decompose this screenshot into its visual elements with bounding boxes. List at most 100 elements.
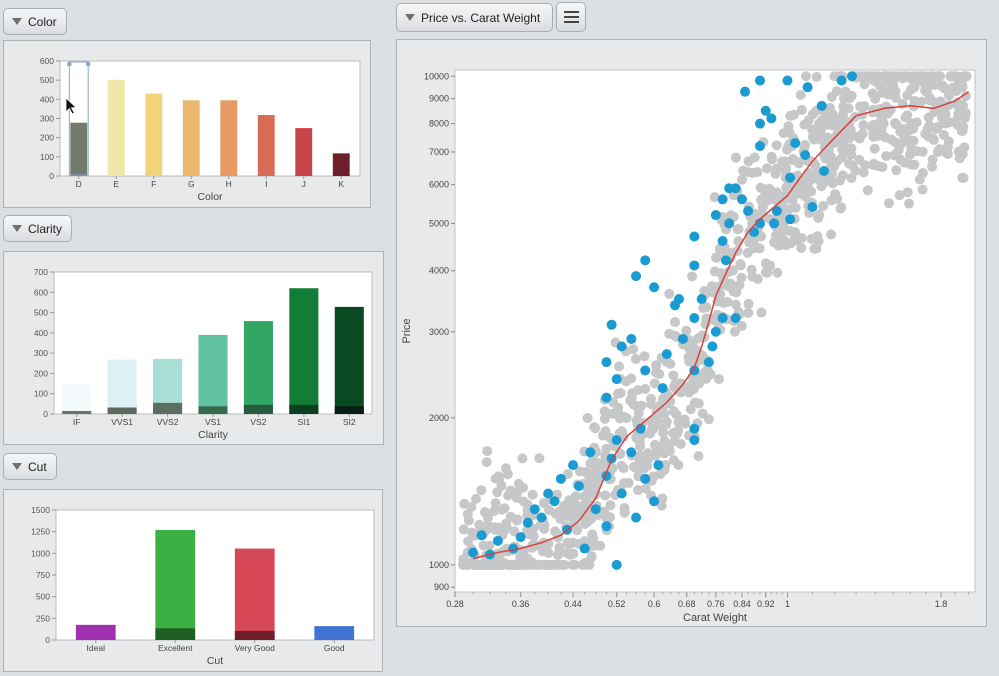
scatter-point-highlight [730,313,741,324]
scatter-point-gray [957,172,968,183]
scatter-point-highlight [543,488,554,499]
scatter-point-highlight [611,559,622,570]
scatter-point-gray [877,161,888,172]
scatter-point-highlight [785,214,796,225]
scatter-point-gray [543,548,554,559]
scatter-point-highlight [568,460,579,471]
scatter-point-gray [595,540,606,551]
y-tick-label: 750 [36,570,50,580]
scatter-point-gray [693,451,704,462]
bar-highlight [289,404,319,414]
y-tick-label: 5000 [429,218,449,228]
scatter-point-gray [788,109,799,120]
bar [243,321,273,414]
plot-area [59,60,361,177]
x-axis-label: Cut [207,655,223,667]
bar [234,548,275,640]
scatter-point-highlight [720,255,731,266]
scatter-point-highlight [703,357,714,368]
scatter-point-gray [950,116,961,127]
bar [70,122,88,176]
chart-menu-button[interactable] [556,2,586,32]
scatter-point-gray [771,163,782,174]
scatter-point-gray [711,252,722,263]
color-panel-toggle-button[interactable]: Color [3,8,67,35]
scatter-point-gray [787,155,798,166]
scatter-point-gray [687,271,698,282]
scatter-point-gray [528,531,539,542]
y-tick-label: 600 [34,287,48,297]
bar [198,334,228,414]
scatter-point-highlight [816,100,827,111]
scatter-point-gray [868,71,879,82]
scatter-point-gray [729,326,740,337]
scatter-point-gray [518,482,529,493]
bar [107,79,125,176]
scatter-point-highlight [846,71,857,82]
bar [332,153,350,176]
scatter-panel-toggle-button[interactable]: Price vs. Carat Weight [396,3,554,32]
scatter-point-gray [904,125,915,136]
cut-panel-toggle-button[interactable]: Cut [3,453,57,480]
scatter-point-highlight [800,150,811,161]
scatter-point-gray [580,467,591,478]
scatter-point-gray [619,507,630,518]
scatter-point-gray [909,95,920,106]
scatter-point-gray [670,317,681,328]
y-tick-label: 0 [45,635,50,645]
selection-handle [67,62,72,66]
scatter-point-highlight [717,194,728,205]
scatter-point-gray [818,200,829,211]
scatter-point-gray [634,437,645,448]
scatter-point-gray [482,446,493,457]
scatter-point-gray [515,551,526,562]
y-tick-label: 1000 [429,560,449,570]
x-tick-label: VVS1 [111,417,133,427]
scatter-point-gray [642,461,653,472]
scatter-point-gray [816,181,827,192]
scatter-point-highlight [522,517,533,528]
scatter-point-gray [646,425,657,436]
scatter-point-gray [859,71,870,82]
scatter-point-gray [836,152,847,163]
y-tick-label: 300 [40,114,54,124]
scatter-point-gray [881,151,892,162]
hamburger-menu-icon [564,11,579,13]
scatter-point-highlight [649,496,660,507]
color-bar-chart: 0 100 200 300 400 500 600 D E F G H I J K Color [40,56,361,203]
x-tick-label: VS2 [250,417,266,427]
scatter-point-gray [733,224,744,235]
scatter-point-gray [505,511,516,522]
scatter-point-gray [689,397,700,408]
y-tick-label: 0 [43,409,48,419]
scatter-point-gray [800,140,811,151]
scatter-point-gray [599,406,610,417]
scatter-point-highlight [717,313,728,324]
hamburger-menu-icon-bar [564,16,579,18]
scatter-point-gray [909,159,920,170]
scatter-point-highlight [807,202,818,213]
cut-chart-panel: 0 250 500 750 1000 1250 1500 Ideal Excellent Very… [3,489,383,672]
y-tick-label: 700 [34,267,48,277]
scatter-point-gray [762,163,773,174]
triangle-down-icon [12,225,22,232]
scatter-point-highlight [819,165,830,176]
y-tick-label: 1000 [31,548,50,558]
scatter-point-gray [930,124,941,135]
scatter-point-highlight [631,512,642,523]
scatter-point-gray [675,387,686,398]
scatter-point-highlight [601,521,612,532]
scatter-chart-panel: 900 1000 2000 3000 4000 5000 6000 7000 8000 9000 1… [396,39,987,627]
y-tick-label: 6000 [429,180,449,190]
x-tick-label: 1 [785,599,790,609]
clarity-panel-toggle-button[interactable]: Clarity [3,215,73,242]
bar [334,306,364,414]
price-vs-carat-scatter-plot: 900 1000 2000 3000 4000 5000 6000 7000 8000 9000 1… [401,69,976,624]
cut-bar-chart: 0 250 500 750 1000 1250 1500 Ideal Excellent Very… [31,505,375,667]
y-tick-label: 500 [34,308,48,318]
scatter-point-highlight [766,113,777,124]
scatter-point-gray [499,525,510,536]
scatter-point-gray [730,299,741,310]
scatter-point-highlight [696,294,707,305]
scatter-point-highlight [754,75,765,86]
